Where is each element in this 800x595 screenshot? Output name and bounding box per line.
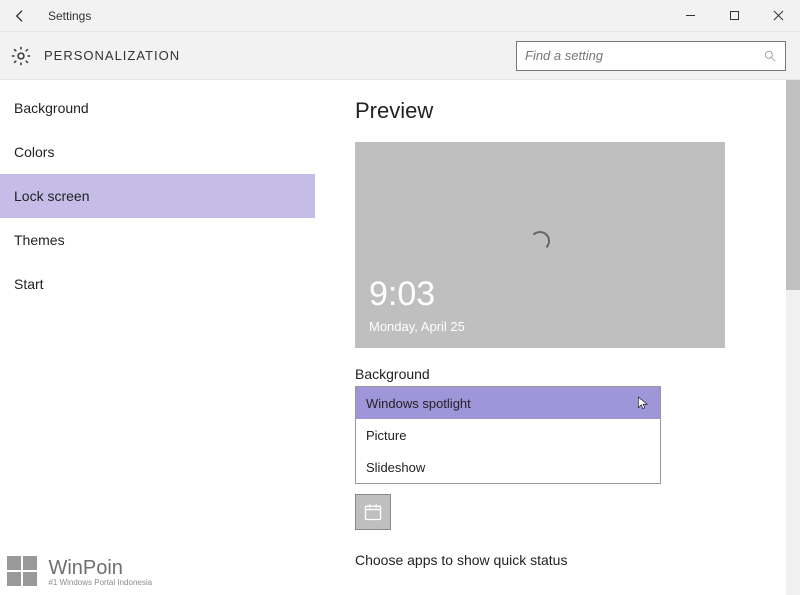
- sidebar-item-themes[interactable]: Themes: [0, 218, 315, 262]
- maximize-button[interactable]: [712, 0, 756, 32]
- winpoin-logo-icon: [6, 555, 40, 589]
- loading-spinner-icon: [530, 231, 550, 251]
- preview-date: Monday, April 25: [369, 319, 465, 334]
- background-label: Background: [355, 366, 800, 382]
- preview-heading: Preview: [355, 98, 800, 124]
- background-dropdown[interactable]: Windows spotlight Picture Slideshow: [355, 386, 661, 484]
- quick-status-label: Choose apps to show quick status: [355, 552, 800, 568]
- back-button[interactable]: [0, 0, 40, 32]
- minimize-button[interactable]: [668, 0, 712, 32]
- watermark-title: WinPoin: [48, 558, 152, 578]
- sidebar-item-start[interactable]: Start: [0, 262, 315, 306]
- close-button[interactable]: [756, 0, 800, 32]
- dropdown-option-label: Windows spotlight: [366, 396, 471, 411]
- calendar-app-button[interactable]: [355, 494, 391, 530]
- sidebar-item-label: Themes: [14, 232, 65, 248]
- sidebar-item-background[interactable]: Background: [0, 86, 315, 130]
- preview-clock: 9:03: [369, 275, 435, 314]
- sidebar-item-label: Background: [14, 100, 89, 116]
- window-title: Settings: [48, 9, 91, 23]
- dropdown-option-label: Picture: [366, 428, 406, 443]
- watermark: WinPoin #1 Windows Portal Indonesia: [6, 555, 152, 589]
- sidebar-item-label: Lock screen: [14, 188, 89, 204]
- gear-icon: [10, 45, 32, 67]
- content-pane: Preview 9:03 Monday, April 25 Background…: [315, 80, 800, 595]
- sidebar-item-lock-screen[interactable]: Lock screen: [0, 174, 315, 218]
- lock-screen-preview: 9:03 Monday, April 25: [355, 142, 725, 348]
- minimize-icon: [685, 10, 696, 21]
- dropdown-option-picture[interactable]: Picture: [356, 419, 660, 451]
- cursor-icon: [636, 394, 650, 412]
- search-box[interactable]: [516, 41, 786, 71]
- section-title: PERSONALIZATION: [44, 48, 180, 63]
- calendar-icon: [363, 502, 383, 522]
- sidebar: Background Colors Lock screen Themes Sta…: [0, 80, 315, 595]
- dropdown-option-windows-spotlight[interactable]: Windows spotlight: [356, 387, 660, 419]
- search-input[interactable]: [525, 48, 763, 63]
- search-icon: [763, 49, 777, 63]
- scrollbar-thumb[interactable]: [786, 80, 800, 290]
- dropdown-option-slideshow[interactable]: Slideshow: [356, 451, 660, 483]
- watermark-subtitle: #1 Windows Portal Indonesia: [48, 578, 152, 587]
- sidebar-item-colors[interactable]: Colors: [0, 130, 315, 174]
- sidebar-item-label: Colors: [14, 144, 54, 160]
- titlebar: Settings: [0, 0, 800, 32]
- dropdown-option-label: Slideshow: [366, 460, 425, 475]
- window-controls: [668, 0, 800, 32]
- sidebar-item-label: Start: [14, 276, 44, 292]
- maximize-icon: [729, 10, 740, 21]
- close-icon: [773, 10, 784, 21]
- header: PERSONALIZATION: [0, 32, 800, 80]
- arrow-left-icon: [12, 8, 28, 24]
